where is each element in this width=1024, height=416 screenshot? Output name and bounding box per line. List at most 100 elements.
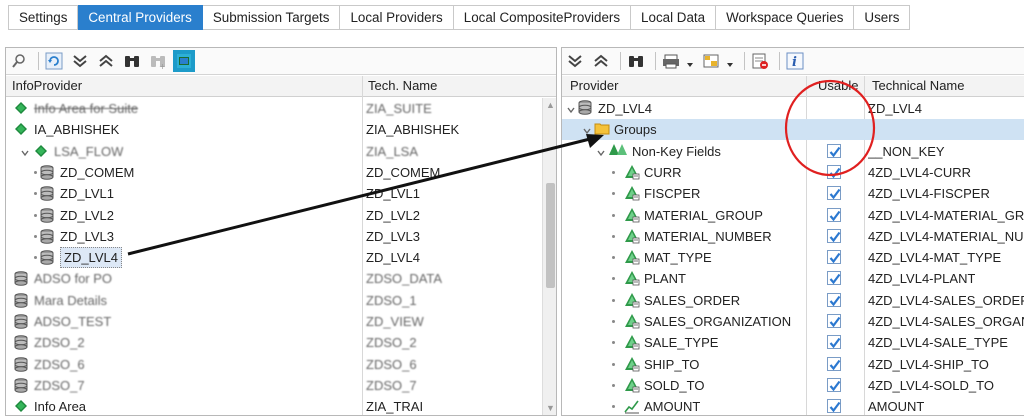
structure-item-label[interactable]: ZD_LVL4: [598, 98, 652, 119]
column-header-provider[interactable]: Provider: [566, 76, 618, 96]
find-next-icon[interactable]: +: [147, 50, 169, 72]
collapse-all-icon[interactable]: [95, 50, 117, 72]
tree-item-label[interactable]: ZD_LVL4: [60, 247, 122, 269]
binoculars-icon[interactable]: [121, 50, 143, 72]
tree-row[interactable]: ZDSO_6 ZDSO_6: [6, 354, 556, 375]
tree-item-label[interactable]: Mara Details: [34, 290, 107, 311]
structure-row[interactable]: PLANT 4ZD_LVL4-PLANT: [562, 268, 1024, 289]
column-header-technical-name[interactable]: Technical Name: [868, 76, 965, 96]
structure-item-label[interactable]: SHIP_TO: [644, 354, 699, 375]
expand-all-icon[interactable]: [69, 50, 91, 72]
structure-row[interactable]: SALES_ORDER 4ZD_LVL4-SALES_ORDER: [562, 290, 1024, 311]
usable-checkbox[interactable]: [827, 335, 841, 350]
structure-item-label[interactable]: FISCPER: [644, 183, 700, 204]
column-header-usable[interactable]: Usable: [814, 76, 858, 96]
column-header-tech-name[interactable]: Tech. Name: [364, 76, 437, 96]
tree-item-label[interactable]: Info Area: [34, 396, 86, 415]
binoculars-icon[interactable]: [625, 50, 647, 72]
tree-item-label[interactable]: ZDSO_6: [34, 354, 85, 375]
tree-row[interactable]: ZD_LVL4 ZD_LVL4: [6, 247, 556, 269]
tree-item-label[interactable]: ZD_LVL2: [60, 205, 114, 226]
tree-row[interactable]: LSA_FLOW ZIA_LSA: [6, 141, 556, 162]
tree-item-label[interactable]: Info Area for Suite: [34, 98, 138, 119]
structure-item-label[interactable]: SALES_ORGANIZATION: [644, 311, 791, 332]
usable-checkbox[interactable]: [827, 356, 841, 371]
structure-row[interactable]: MAT_TYPE 4ZD_LVL4-MAT_TYPE: [562, 247, 1024, 268]
structure-row[interactable]: MATERIAL_GROUP 4ZD_LVL4-MATERIAL_GRO: [562, 205, 1024, 226]
refresh-icon[interactable]: [43, 50, 65, 72]
tree-item-label[interactable]: ZD_LVL3: [60, 226, 114, 247]
tree-item-label[interactable]: LSA_FLOW: [54, 141, 123, 162]
tab-central-providers[interactable]: Central Providers: [78, 5, 203, 30]
structure-row[interactable]: MATERIAL_NUMBER 4ZD_LVL4-MATERIAL_NUI: [562, 226, 1024, 247]
chevron-down-icon[interactable]: [20, 146, 30, 161]
tab-workspace-queries[interactable]: Workspace Queries: [716, 5, 855, 30]
expand-all-icon[interactable]: [564, 50, 586, 72]
tree-row[interactable]: ZD_LVL1 ZD_LVL1: [6, 183, 556, 204]
delete-row-icon[interactable]: [749, 50, 771, 72]
structure-row[interactable]: SALES_ORGANIZATION 4ZD_LVL4-SALES_ORGAN: [562, 311, 1024, 332]
usable-checkbox[interactable]: [827, 250, 841, 265]
scrollbar-thumb[interactable]: [546, 183, 555, 288]
vertical-scrollbar[interactable]: ▲ ▼: [542, 98, 556, 415]
usable-checkbox[interactable]: [827, 314, 841, 328]
usable-checkbox[interactable]: [827, 399, 841, 414]
tree-item-label[interactable]: ADSO for PO: [34, 268, 112, 289]
column-header-infoprovider[interactable]: InfoProvider: [8, 76, 82, 96]
tab-settings[interactable]: Settings: [8, 5, 79, 30]
structure-item-label[interactable]: CURR: [644, 162, 682, 183]
collapse-all-icon[interactable]: [590, 50, 612, 72]
structure-row[interactable]: ZD_LVL4 ZD_LVL4: [562, 98, 1024, 119]
usable-checkbox[interactable]: [827, 228, 841, 243]
tree-item-label[interactable]: ZDSO_7: [34, 375, 85, 396]
tree-row[interactable]: ZDSO_7 ZDSO_7: [6, 375, 556, 396]
tree-item-label[interactable]: ZDSO_2: [34, 332, 85, 353]
structure-item-label[interactable]: AMOUNT: [644, 396, 700, 415]
tree-row[interactable]: ADSO_TEST ZD_VIEW: [6, 311, 556, 332]
search-icon[interactable]: [8, 50, 30, 72]
structure-item-label[interactable]: Non-Key Fields: [632, 141, 721, 162]
structure-row[interactable]: SHIP_TO 4ZD_LVL4-SHIP_TO: [562, 354, 1024, 375]
structure-row[interactable]: CURR 4ZD_LVL4-CURR: [562, 162, 1024, 183]
structure-item-label[interactable]: SOLD_TO: [644, 375, 704, 396]
structure-item-label[interactable]: MATERIAL_GROUP: [644, 205, 763, 226]
usable-checkbox[interactable]: [827, 207, 841, 222]
tree-item-label[interactable]: ZD_COMEM: [60, 162, 134, 183]
chevron-down-icon[interactable]: [566, 103, 576, 118]
tree-row[interactable]: Mara Details ZDSO_1: [6, 290, 556, 311]
navigate-icon[interactable]: [173, 50, 195, 72]
usable-checkbox[interactable]: [827, 292, 841, 307]
scroll-down-icon[interactable]: ▼: [546, 403, 555, 413]
structure-row[interactable]: SALE_TYPE 4ZD_LVL4-SALE_TYPE: [562, 332, 1024, 353]
structure-row[interactable]: SOLD_TO 4ZD_LVL4-SOLD_TO: [562, 375, 1024, 396]
tree-row[interactable]: ZDSO_2 ZDSO_2: [6, 332, 556, 353]
structure-row[interactable]: FISCPER 4ZD_LVL4-FISCPER: [562, 183, 1024, 204]
tab-local-data[interactable]: Local Data: [631, 5, 717, 30]
structure-item-label[interactable]: PLANT: [644, 268, 686, 289]
tree-row[interactable]: ZD_COMEM ZD_COMEM: [6, 162, 556, 183]
print-menu-icon[interactable]: [660, 50, 696, 72]
tree-row[interactable]: IA_ABHISHEK ZIA_ABHISHEK: [6, 119, 556, 140]
usable-checkbox[interactable]: [827, 377, 841, 392]
structure-item-label[interactable]: SALE_TYPE: [644, 332, 718, 353]
tree-item-label[interactable]: IA_ABHISHEK: [34, 119, 119, 140]
structure-item-label[interactable]: MATERIAL_NUMBER: [644, 226, 772, 247]
usable-checkbox[interactable]: [827, 271, 841, 286]
tree-row[interactable]: ADSO for PO ZDSO_DATA: [6, 268, 556, 289]
chevron-down-icon[interactable]: [582, 124, 592, 139]
usable-checkbox[interactable]: [827, 164, 841, 179]
tree-item-label[interactable]: ADSO_TEST: [34, 311, 111, 332]
tree-row[interactable]: Info Area for Suite ZIA_SUITE: [6, 98, 556, 119]
structure-item-label[interactable]: MAT_TYPE: [644, 247, 712, 268]
scroll-up-icon[interactable]: ▲: [546, 100, 555, 110]
tree-row[interactable]: Info Area ZIA_TRAI: [6, 396, 556, 415]
tab-users[interactable]: Users: [854, 5, 911, 30]
layout-menu-icon[interactable]: [700, 50, 736, 72]
structure-row[interactable]: Non-Key Fields __NON_KEY: [562, 141, 1024, 162]
structure-row[interactable]: AMOUNT AMOUNT: [562, 396, 1024, 415]
structure-item-label[interactable]: Groups: [614, 119, 657, 140]
usable-checkbox[interactable]: [827, 186, 841, 201]
usable-checkbox[interactable]: [827, 143, 841, 158]
tree-row[interactable]: ZD_LVL2 ZD_LVL2: [6, 205, 556, 226]
tree-item-label[interactable]: ZD_LVL1: [60, 183, 114, 204]
